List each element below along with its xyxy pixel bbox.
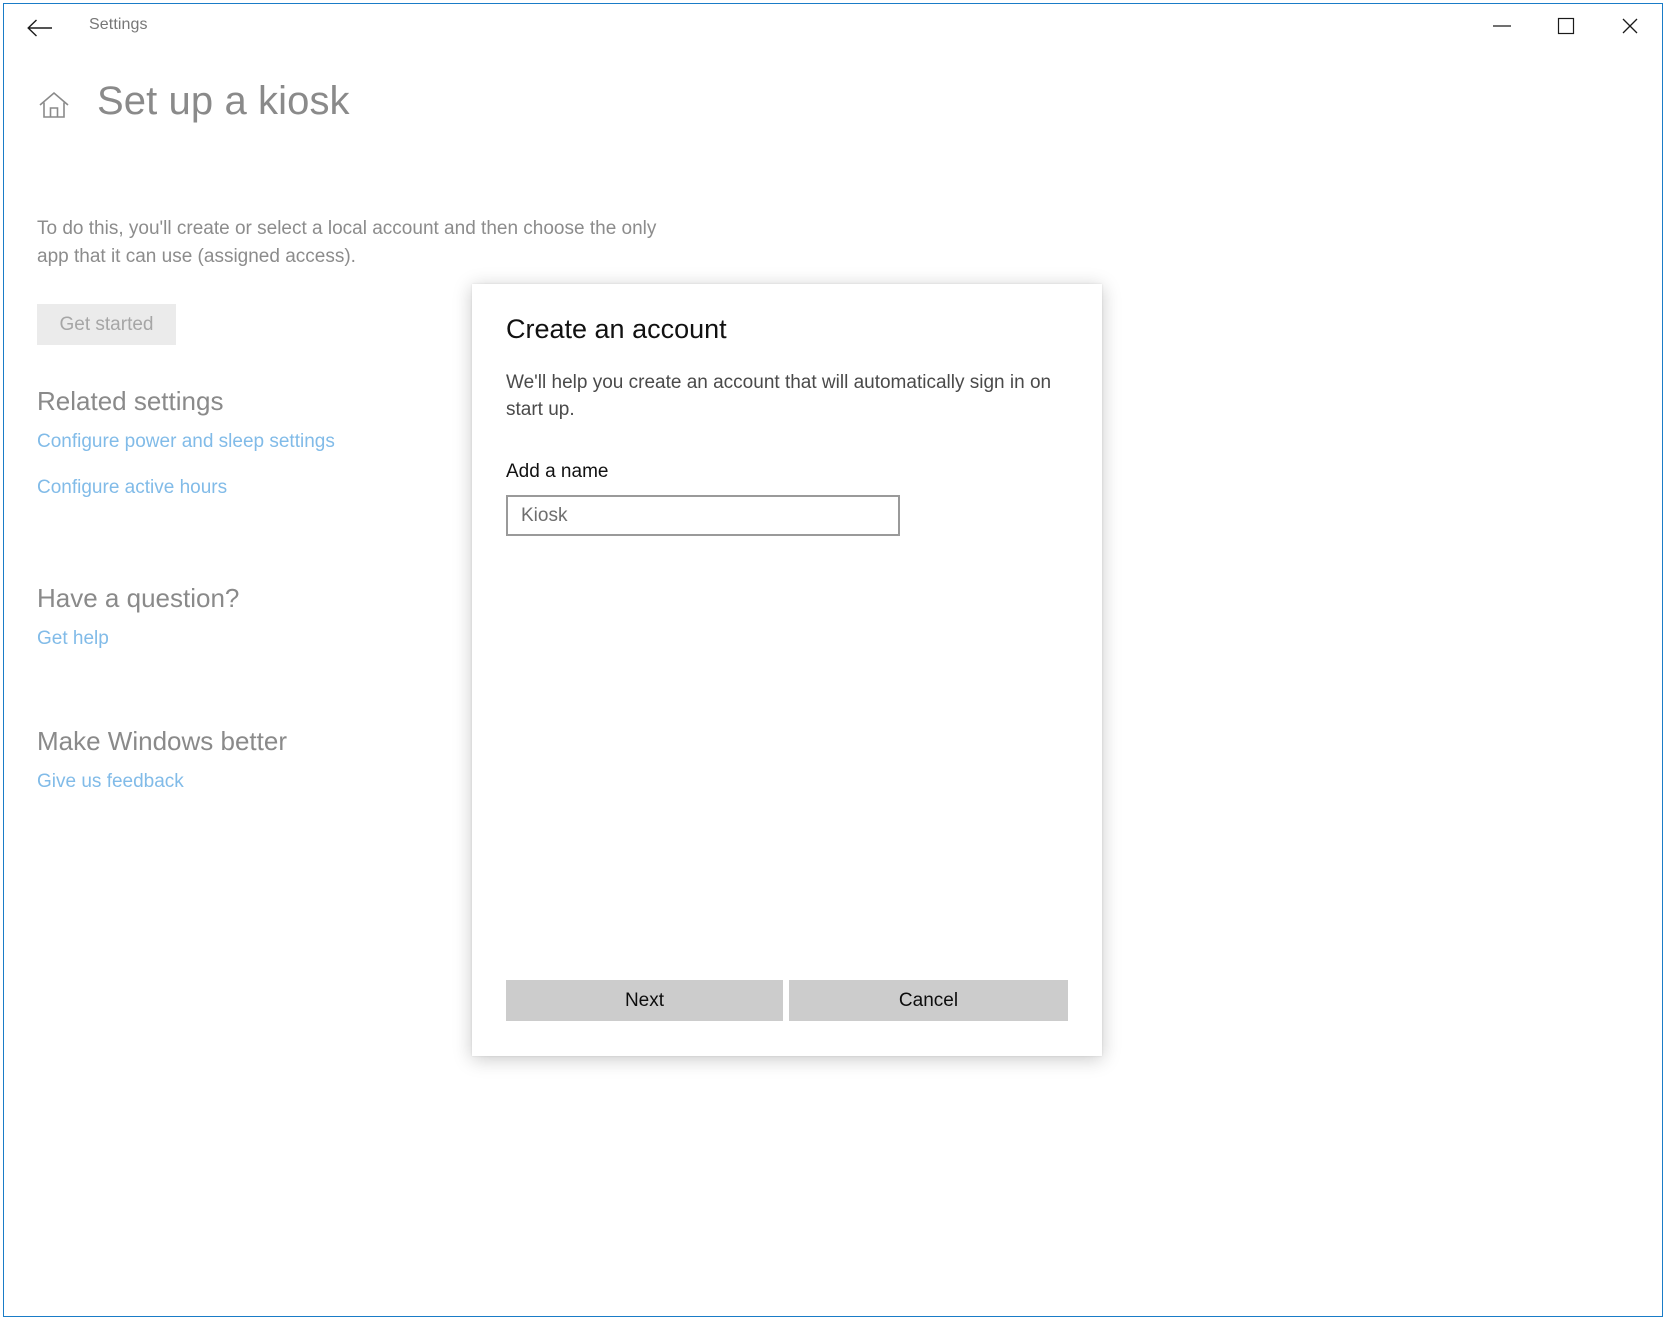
- name-input[interactable]: [506, 495, 900, 536]
- page-header: Set up a kiosk: [37, 80, 350, 122]
- maximize-icon: [1555, 15, 1577, 37]
- dialog-title: Create an account: [506, 316, 727, 343]
- link-configure-power-and-sleep-settings[interactable]: Configure power and sleep settings: [37, 430, 335, 455]
- settings-window: Settings: [3, 3, 1663, 1317]
- section-heading: Have a question?: [37, 584, 239, 613]
- link-give-us-feedback[interactable]: Give us feedback: [37, 770, 287, 795]
- get-started-button[interactable]: Get started: [37, 304, 176, 345]
- minimize-button[interactable]: [1470, 4, 1534, 48]
- section-heading: Make Windows better: [37, 727, 287, 756]
- title-bar: Settings: [4, 4, 1662, 52]
- minimize-icon: [1491, 20, 1513, 32]
- page-description: To do this, you'll create or select a lo…: [37, 215, 657, 271]
- close-icon: [1619, 15, 1641, 37]
- home-icon: [37, 88, 71, 122]
- cancel-button[interactable]: Cancel: [789, 980, 1068, 1021]
- create-account-dialog: Create an account We'll help you create …: [472, 284, 1102, 1056]
- link-configure-active-hours[interactable]: Configure active hours: [37, 476, 335, 501]
- dialog-description: We'll help you create an account that wi…: [506, 369, 1054, 423]
- window-controls: [1470, 4, 1662, 48]
- back-button[interactable]: [18, 8, 62, 48]
- back-arrow-icon: [27, 19, 53, 37]
- dialog-button-row: Next Cancel: [506, 980, 1068, 1021]
- next-button[interactable]: Next: [506, 980, 783, 1021]
- page-title: Set up a kiosk: [97, 81, 350, 121]
- maximize-button[interactable]: [1534, 4, 1598, 48]
- app-title: Settings: [89, 16, 148, 34]
- link-get-help[interactable]: Get help: [37, 627, 239, 652]
- add-a-name-label: Add a name: [506, 461, 608, 483]
- close-button[interactable]: [1598, 4, 1662, 48]
- section-make-windows-better: Make Windows better Give us feedback: [37, 727, 287, 816]
- section-heading: Related settings: [37, 387, 335, 416]
- section-related-settings: Related settings Configure power and sle…: [37, 387, 335, 523]
- section-have-a-question: Have a question? Get help: [37, 584, 239, 673]
